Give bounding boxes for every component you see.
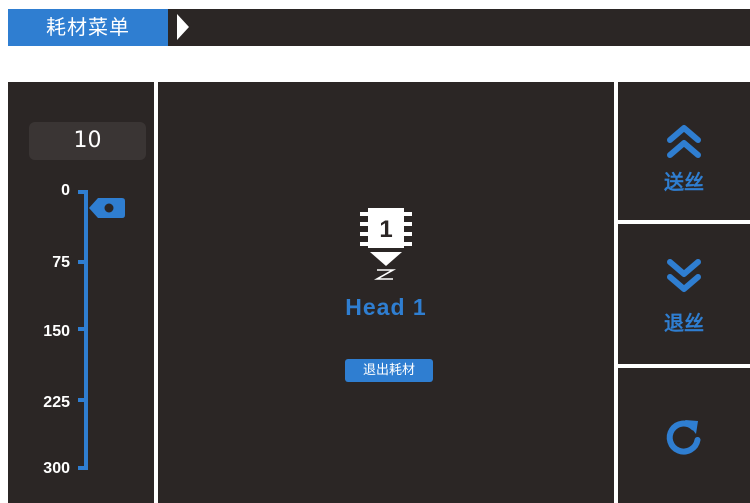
retract-button[interactable]: 退丝 (618, 224, 750, 364)
ruler-tick (78, 190, 88, 194)
temperature-ruler-panel: 10 0 75 150 225 300 (8, 82, 154, 503)
reset-button[interactable] (618, 368, 750, 503)
double-chevron-down-icon (667, 259, 701, 292)
double-chevron-up-icon (667, 125, 701, 158)
head-number: 1 (379, 216, 392, 243)
ruler-tick-label: 150 (43, 323, 70, 340)
breadcrumb-arrow-icon (177, 14, 189, 40)
feed-label: 送丝 (664, 170, 704, 194)
ruler-tick (78, 466, 88, 470)
ruler-tick-label: 0 (61, 182, 70, 199)
menu-title: 耗材菜单 (8, 9, 168, 46)
slider-pointer-icon[interactable] (88, 196, 126, 220)
head-panel: 1 Head 1 退出耗材 (158, 82, 614, 503)
refresh-icon (666, 420, 701, 455)
top-bar: 耗材菜单 (8, 9, 750, 46)
ruler-tick-label: 225 (43, 394, 70, 411)
ruler-tick-label: 300 (43, 460, 70, 477)
ruler-tick (78, 260, 88, 264)
ruler-tick (78, 327, 88, 331)
ruler-tick (78, 398, 88, 402)
current-value-display: 10 (29, 122, 146, 160)
exit-filament-button[interactable]: 退出耗材 (345, 359, 433, 382)
feed-button[interactable]: 送丝 (618, 82, 750, 220)
retract-label: 退丝 (664, 311, 704, 335)
ruler-tick-label: 75 (52, 254, 70, 271)
extruder-head-icon: 1 (360, 208, 412, 280)
head-title: Head 1 (345, 294, 427, 320)
